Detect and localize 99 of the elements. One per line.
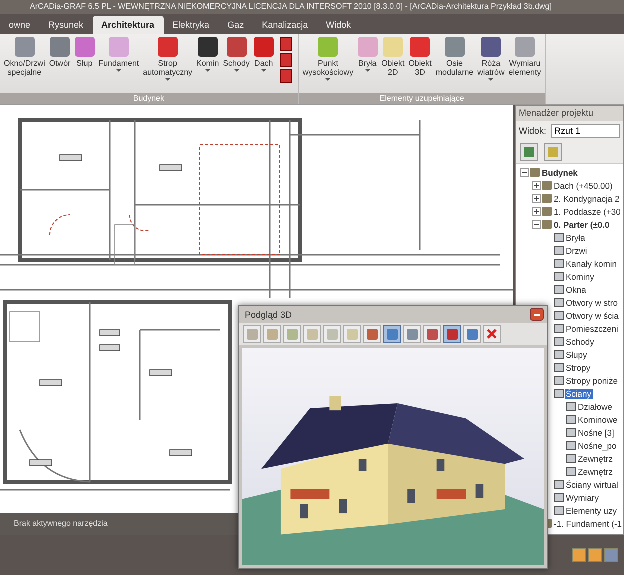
tree-item[interactable]: 2. Kondygnacja 2 <box>553 194 621 204</box>
panel-tool-button[interactable] <box>520 143 538 161</box>
ribbon-button[interactable]: Schody <box>221 37 252 72</box>
tool-icon <box>254 37 274 57</box>
toolbar-button[interactable] <box>403 325 421 343</box>
ribbon-button[interactable]: Słup <box>72 37 97 68</box>
status-text: Brak aktywnego narzędzia <box>14 519 108 528</box>
tree-item[interactable]: 0. Parter (±0.0 <box>553 220 611 230</box>
tree-item[interactable]: Stropy <box>565 362 592 372</box>
tool-icon <box>318 37 338 57</box>
toolbar-button[interactable] <box>263 325 281 343</box>
tree-item[interactable]: Otwory w ścia <box>565 310 620 320</box>
tree-item[interactable]: Stropy poniże <box>565 376 619 386</box>
tree-item[interactable]: Kominowe <box>577 414 619 424</box>
ribbon-tab[interactable]: Elektryka <box>164 16 219 34</box>
ribbon-button[interactable]: Dach <box>252 37 276 72</box>
tree-item[interactable]: Ściany wirtual <box>565 480 620 490</box>
tree-item[interactable]: Elementy uzy <box>565 506 618 516</box>
tree-item[interactable]: Kanały komin <box>565 258 618 268</box>
ribbon-button[interactable]: Punkt wysokościowy <box>300 37 356 81</box>
ribbon-button[interactable]: Obiekt 2D <box>380 37 407 77</box>
ribbon-tab[interactable]: Gaz <box>218 16 254 34</box>
panel-title: Menadżer projektu <box>516 106 623 121</box>
tool-icon <box>383 37 404 57</box>
toolbar-button[interactable] <box>303 325 321 343</box>
tree-item[interactable]: Otwory w stro <box>565 298 619 308</box>
tree-item[interactable]: Kominy <box>565 272 596 282</box>
view-label: Widok: <box>519 126 547 136</box>
ribbon-button[interactable]: Róża wiatrów <box>476 37 507 81</box>
expander-toggle[interactable] <box>532 207 541 216</box>
tool-icon[interactable] <box>280 53 292 67</box>
ribbon-button[interactable]: Bryła <box>356 37 380 72</box>
window-title: ArCADia-GRAF 6.5 PL - WEWNĘTRZNA NIEKOMERCYJNA LICENCJA DLA INTERSOFT 2010 [8.3.0.0] - [ArCADia-Architektura Przykład 3b.dwg] <box>30 2 552 11</box>
tree-item[interactable]: Drzwi <box>565 246 588 256</box>
tool-icon[interactable] <box>280 37 292 51</box>
ribbon-tab[interactable]: Rysunek <box>40 16 93 34</box>
tree-item[interactable]: Dach (+450.00) <box>553 180 614 190</box>
tree-item[interactable]: Pomieszczeni <box>565 324 620 334</box>
tool-icon <box>410 37 430 57</box>
tool-icon[interactable] <box>280 69 292 83</box>
toolbar-button[interactable] <box>243 325 261 343</box>
group-label: Elementy uzupełniające <box>298 93 546 104</box>
tree-item[interactable]: Zewnętrz <box>577 454 614 464</box>
close-button[interactable] <box>530 308 544 321</box>
tool-icon <box>226 37 247 57</box>
group-label: Budynek <box>0 93 298 104</box>
expander-toggle[interactable] <box>532 194 541 203</box>
expander-toggle[interactable] <box>520 168 529 177</box>
ribbon-tab[interactable]: Widok <box>317 16 360 34</box>
tray-icon[interactable] <box>572 548 586 562</box>
close-icon[interactable] <box>483 325 501 343</box>
ribbon-button[interactable]: Osie modularne <box>434 37 476 77</box>
tree-item[interactable]: 1. Poddasze (+30 <box>553 206 622 216</box>
tree-item[interactable]: Schody <box>565 336 596 346</box>
panel-tool-button[interactable] <box>544 143 562 161</box>
tree-item[interactable]: Bryła <box>565 232 586 242</box>
tool-icon <box>358 37 378 57</box>
tool-icon <box>14 37 35 57</box>
tool-icon <box>198 37 218 57</box>
tree-item[interactable]: Okna <box>565 284 588 294</box>
toolbar-button[interactable] <box>323 325 341 343</box>
ribbon-button[interactable]: Wymiaru elementy <box>506 37 544 77</box>
tool-icon <box>74 37 95 57</box>
tool-icon <box>50 37 70 57</box>
tree-item[interactable]: Działowe <box>577 402 614 412</box>
tree-item[interactable]: Słupy <box>565 350 588 360</box>
tree-item[interactable]: Nośne_po <box>577 440 618 450</box>
tool-icon <box>444 37 465 57</box>
tree-item[interactable]: Zewnętrz <box>577 466 614 476</box>
ribbon-button[interactable]: Otwór <box>47 37 73 68</box>
tool-icon <box>108 37 129 57</box>
ribbon-tab[interactable]: Kanalizacja <box>253 16 318 34</box>
tree-item[interactable]: Nośne [3] <box>577 428 616 438</box>
toolbar-button[interactable] <box>283 325 301 343</box>
expander-toggle[interactable] <box>532 220 541 229</box>
toolbar-button[interactable] <box>443 325 461 343</box>
ribbon-tab[interactable]: Architektura <box>92 16 164 34</box>
ribbon-button[interactable]: Strop automatyczny <box>141 37 195 81</box>
ribbon-button[interactable]: Komin <box>194 37 222 72</box>
ribbon-tab[interactable]: owne <box>0 16 40 34</box>
tool-icon <box>481 37 502 57</box>
tree-item[interactable]: Wymiary <box>565 492 600 502</box>
tray-icon[interactable] <box>588 548 602 562</box>
ribbon-button[interactable]: Obiekt 3D <box>406 37 434 77</box>
toolbar-button[interactable] <box>343 325 361 343</box>
tree-item[interactable]: Budynek <box>541 168 579 178</box>
window-title: Podgląd 3D <box>245 310 292 320</box>
ribbon-button[interactable]: Okno/Drzwi specjalne <box>2 37 48 77</box>
tool-icon <box>515 37 535 57</box>
toolbar-button[interactable] <box>423 325 441 343</box>
ribbon-button[interactable]: Fundament <box>96 37 142 72</box>
tree-item[interactable]: -1. Fundament (-1 <box>553 518 624 528</box>
tree-item[interactable]: Ściany <box>565 388 593 398</box>
toolbar-button[interactable] <box>363 325 381 343</box>
tool-icon <box>158 37 178 57</box>
view-dropdown[interactable]: Rzut 1 <box>550 124 620 138</box>
toolbar-button[interactable] <box>463 325 481 343</box>
expander-toggle[interactable] <box>532 181 541 190</box>
toolbar-button[interactable] <box>383 325 401 343</box>
